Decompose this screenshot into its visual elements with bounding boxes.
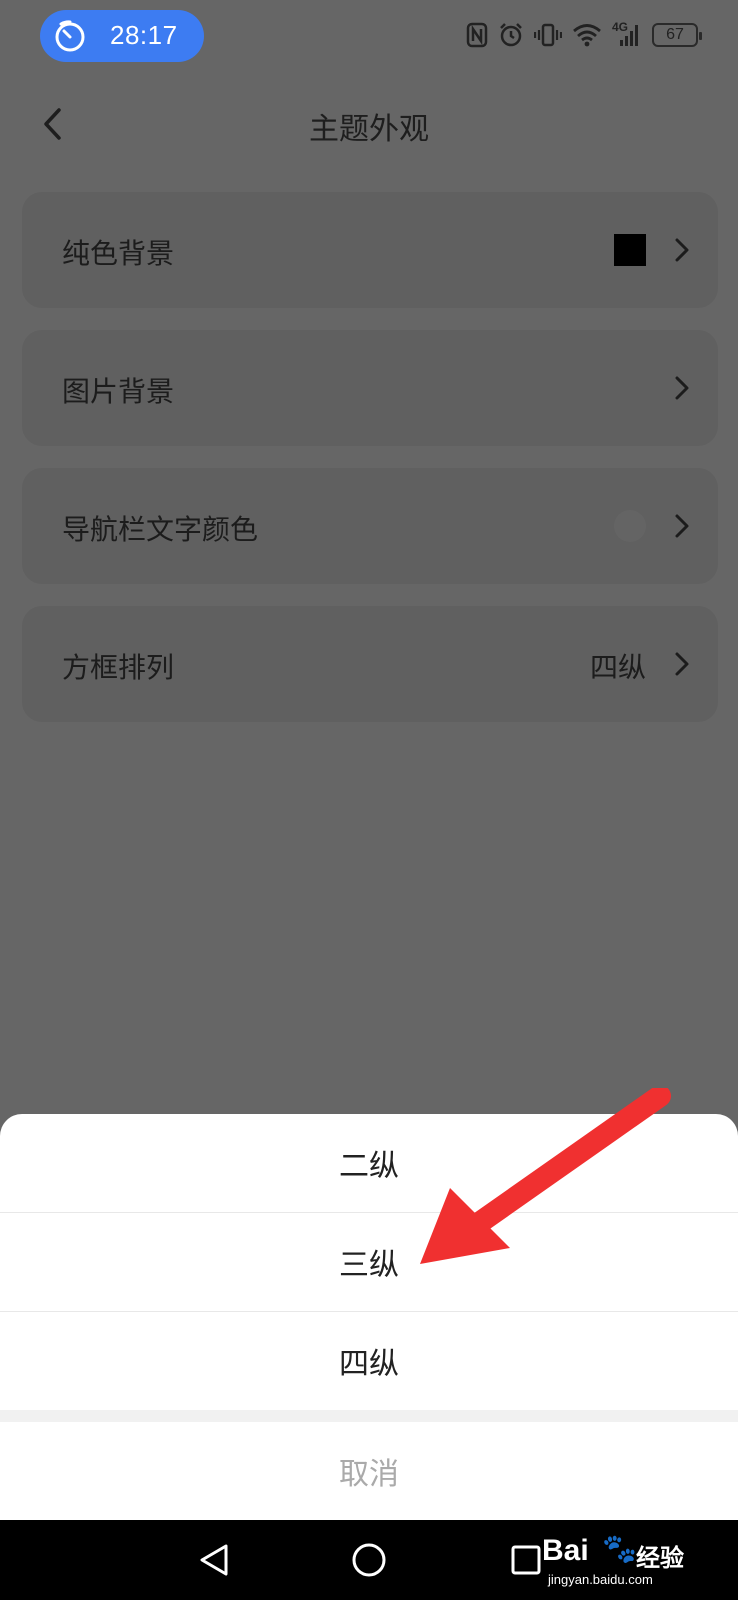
setting-row-image-background[interactable]: 图片背景	[22, 330, 718, 446]
battery-icon: 67	[652, 23, 702, 47]
chevron-right-icon	[675, 376, 689, 400]
setting-value: 四纵	[589, 651, 646, 684]
alarm-icon	[500, 23, 522, 47]
setting-label: 图片背景	[62, 375, 175, 408]
baidu-watermark: Bai 🐾 经验 jingyan.baidu.com	[542, 1528, 712, 1594]
chevron-right-icon	[675, 514, 689, 538]
setting-row-nav-text-color[interactable]: 导航栏文字颜色	[22, 468, 718, 584]
color-swatch	[614, 510, 646, 542]
settings-list: 纯色背景 图片背景 导航栏文字颜色 方框排列 四纵	[22, 192, 718, 744]
watermark-url: jingyan.baidu.com	[548, 1572, 653, 1587]
chevron-right-icon	[675, 652, 689, 676]
status-icons: 4G 67	[466, 20, 702, 50]
setting-label: 纯色背景	[62, 237, 175, 270]
paw-icon: 🐾	[602, 1532, 637, 1565]
status-bar: 28:17 4G 67	[0, 0, 738, 72]
timer-text: 28:17	[110, 20, 178, 50]
color-swatch	[614, 234, 646, 266]
timer-icon	[55, 20, 85, 52]
watermark-brand: Bai	[542, 1534, 589, 1567]
signal-bars-icon	[620, 25, 638, 46]
page-title: 主题外观	[309, 112, 429, 147]
chevron-right-icon	[675, 238, 689, 262]
cancel-button[interactable]: 取消	[0, 1422, 738, 1520]
setting-label: 方框排列	[62, 651, 175, 684]
setting-label: 导航栏文字颜色	[62, 513, 259, 546]
option-four-columns[interactable]: 四纵	[0, 1312, 738, 1410]
sheet-gap	[0, 1410, 738, 1422]
cellular-signal: 4G	[612, 20, 642, 48]
watermark-product: 经验	[636, 1544, 684, 1572]
battery-level: 67	[666, 26, 684, 43]
wifi-icon	[573, 24, 601, 47]
red-arrow-annotation	[420, 1088, 671, 1264]
nfc-icon	[466, 22, 488, 48]
header: 主题外观	[0, 88, 738, 158]
vibrate-icon	[534, 23, 562, 47]
nav-back-icon[interactable]	[194, 1540, 234, 1580]
nav-recents-icon[interactable]	[508, 1542, 544, 1578]
setting-row-box-layout[interactable]: 方框排列 四纵	[22, 606, 718, 722]
setting-row-solid-background[interactable]: 纯色背景	[22, 192, 718, 308]
timer-pill[interactable]: 28:17	[40, 10, 204, 62]
screen: 28:17 4G 67 主题外观 纯色背景 图片背景 导航栏文字颜色 方框排列 …	[0, 0, 738, 1600]
nav-home-icon[interactable]	[349, 1540, 389, 1580]
